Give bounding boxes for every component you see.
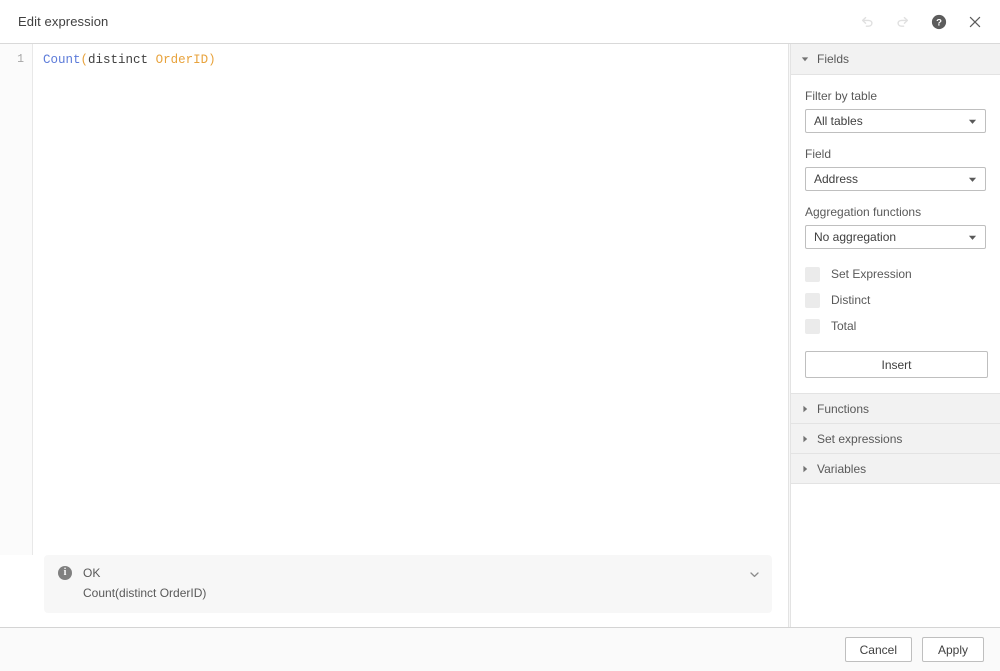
expression-side-panel: Fields Filter by table All tables Field … bbox=[790, 44, 1000, 627]
info-icon: i bbox=[58, 566, 72, 580]
apply-button[interactable]: Apply bbox=[922, 637, 984, 662]
validation-status-bar: i OK Count(distinct OrderID) bbox=[44, 555, 772, 613]
section-label-set-expressions: Set expressions bbox=[817, 432, 902, 446]
chevron-down-icon bbox=[968, 117, 977, 126]
chevron-down-icon bbox=[968, 233, 977, 242]
line-number-gutter: 1 bbox=[0, 44, 33, 555]
code-token-field: OrderID bbox=[156, 53, 209, 67]
validation-texts: OK Count(distinct OrderID) bbox=[72, 565, 746, 601]
chevron-right-icon bbox=[799, 405, 811, 413]
section-label-functions: Functions bbox=[817, 402, 869, 416]
field-label: Field bbox=[805, 147, 986, 162]
chevron-down-icon bbox=[749, 569, 760, 580]
chevron-down-icon bbox=[968, 175, 977, 184]
code-token-keyword: distinct bbox=[88, 53, 148, 67]
section-header-functions[interactable]: Functions bbox=[791, 393, 1000, 424]
dialog-footer: Cancel Apply bbox=[0, 627, 1000, 671]
code-token-close-paren: ) bbox=[208, 53, 216, 67]
code-token-function: Count bbox=[43, 53, 81, 67]
checkbox-total[interactable] bbox=[805, 319, 820, 334]
dialog-titlebar: Edit expression ? bbox=[0, 0, 1000, 44]
fields-section-content: Filter by table All tables Field Address… bbox=[791, 75, 1000, 388]
chevron-right-icon bbox=[799, 465, 811, 473]
titlebar-actions: ? bbox=[856, 11, 986, 33]
validation-expand-toggle[interactable] bbox=[746, 566, 762, 582]
redo-button[interactable] bbox=[892, 11, 914, 33]
undo-button[interactable] bbox=[856, 11, 878, 33]
chevron-down-icon bbox=[799, 55, 811, 63]
validation-status-label: OK bbox=[83, 565, 746, 581]
filter-by-table-value: All tables bbox=[814, 114, 968, 128]
undo-arrow-icon bbox=[859, 14, 875, 30]
checkbox-row-distinct[interactable]: Distinct bbox=[805, 289, 986, 311]
expression-editor-pane: 1 Count(distinct OrderID) i OK Count(dis… bbox=[0, 44, 789, 627]
insert-button[interactable]: Insert bbox=[805, 351, 988, 378]
checkbox-label-set-expression: Set Expression bbox=[831, 267, 912, 281]
aggregation-functions-label: Aggregation functions bbox=[805, 205, 986, 220]
section-header-set-expressions[interactable]: Set expressions bbox=[791, 423, 1000, 454]
section-header-fields[interactable]: Fields bbox=[791, 44, 1000, 75]
section-header-variables[interactable]: Variables bbox=[791, 453, 1000, 484]
expression-editor[interactable]: 1 Count(distinct OrderID) bbox=[0, 44, 788, 555]
section-label-fields: Fields bbox=[817, 52, 849, 66]
checkbox-row-set-expression[interactable]: Set Expression bbox=[805, 263, 986, 285]
checkbox-distinct[interactable] bbox=[805, 293, 820, 308]
edit-expression-dialog: Edit expression ? bbox=[0, 0, 1000, 671]
svg-text:?: ? bbox=[936, 17, 942, 28]
field-select[interactable]: Address bbox=[805, 167, 986, 191]
cancel-button[interactable]: Cancel bbox=[845, 637, 912, 662]
section-label-variables: Variables bbox=[817, 462, 866, 476]
checkbox-label-distinct: Distinct bbox=[831, 293, 870, 307]
dialog-body: 1 Count(distinct OrderID) i OK Count(dis… bbox=[0, 44, 1000, 627]
collapsible-sections: Functions Set expressions Variables bbox=[791, 394, 1000, 484]
chevron-right-icon bbox=[799, 435, 811, 443]
checkbox-set-expression[interactable] bbox=[805, 267, 820, 282]
aggregation-functions-select[interactable]: No aggregation bbox=[805, 225, 986, 249]
close-button[interactable] bbox=[964, 11, 986, 33]
help-circle-icon: ? bbox=[931, 14, 947, 30]
expression-code[interactable]: Count(distinct OrderID) bbox=[33, 44, 788, 555]
filter-by-table-label: Filter by table bbox=[805, 89, 986, 104]
code-token-open-paren: ( bbox=[81, 53, 89, 67]
close-icon bbox=[967, 14, 983, 30]
help-button[interactable]: ? bbox=[928, 11, 950, 33]
aggregation-functions-value: No aggregation bbox=[814, 230, 968, 244]
redo-arrow-icon bbox=[895, 14, 911, 30]
checkbox-label-total: Total bbox=[831, 319, 856, 333]
validation-expression-preview: Count(distinct OrderID) bbox=[83, 585, 746, 601]
checkbox-row-total[interactable]: Total bbox=[805, 315, 986, 337]
code-token-space bbox=[148, 53, 156, 67]
field-value: Address bbox=[814, 172, 968, 186]
line-number: 1 bbox=[0, 51, 32, 69]
filter-by-table-select[interactable]: All tables bbox=[805, 109, 986, 133]
dialog-title: Edit expression bbox=[18, 14, 856, 29]
